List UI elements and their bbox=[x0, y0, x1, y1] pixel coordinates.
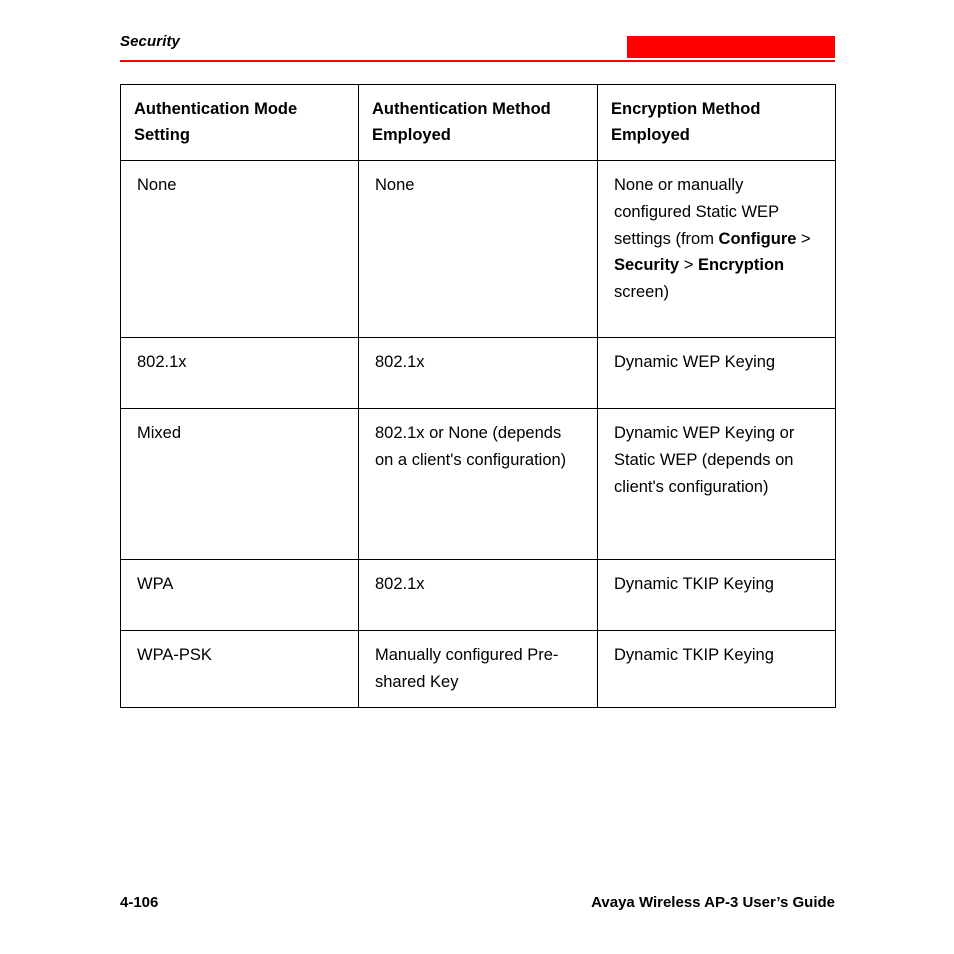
table-row: Mixed 802.1x or None (depends on a clien… bbox=[120, 408, 836, 561]
menu-path-security: Security bbox=[614, 256, 680, 275]
cell-mode-8021x: 802.1x bbox=[120, 337, 359, 410]
menu-path-separator-2: > bbox=[679, 256, 698, 275]
page-running-footer: 4-106 Avaya Wireless AP-3 User’s Guide bbox=[120, 894, 835, 918]
cell-method-none: None bbox=[358, 160, 598, 339]
header-accent-block bbox=[627, 36, 835, 58]
page-header-title: Security bbox=[120, 33, 180, 50]
cell-encryption-8021x: Dynamic WEP Keying bbox=[597, 337, 836, 410]
cell-method-wpa-psk: Manually configured Pre-shared Key bbox=[358, 630, 598, 708]
table-row: WPA-PSK Manually configured Pre-shared K… bbox=[120, 630, 836, 708]
column-header-authentication-mode-setting: Authentication Mode Setting bbox=[120, 83, 359, 162]
table-row: 802.1x 802.1x Dynamic WEP Keying bbox=[120, 337, 836, 410]
footer-page-number: 4-106 bbox=[120, 894, 159, 911]
cell-encryption-mixed: Dynamic WEP Keying or Static WEP (depend… bbox=[597, 408, 836, 561]
column-header-authentication-method-employed: Authentication Method Employed bbox=[358, 83, 598, 162]
cell-method-wpa: 802.1x bbox=[358, 559, 598, 632]
cell-mode-none: None bbox=[120, 160, 359, 339]
cell-mode-wpa: WPA bbox=[120, 559, 359, 632]
menu-path-encryption: Encryption bbox=[697, 256, 785, 275]
cell-mode-mixed: Mixed bbox=[120, 408, 359, 561]
table-header-row: Authentication Mode Setting Authenticati… bbox=[120, 83, 836, 162]
cell-method-8021x: 802.1x bbox=[358, 337, 598, 410]
cell-mode-wpa-psk: WPA-PSK bbox=[120, 630, 359, 708]
menu-path-separator-1: > bbox=[796, 229, 811, 248]
cell-encryption-wpa-psk: Dynamic TKIP Keying bbox=[597, 630, 836, 708]
header-divider-rule bbox=[120, 60, 835, 62]
cell-method-mixed: 802.1x or None (depends on a client's co… bbox=[358, 408, 598, 561]
column-header-encryption-method-employed: Encryption Method Employed bbox=[597, 83, 836, 162]
table-row: None None None or manually configured St… bbox=[120, 160, 836, 339]
page-running-header: Security bbox=[120, 33, 835, 63]
authentication-modes-table: Authentication Mode Setting Authenticati… bbox=[120, 83, 836, 708]
menu-path-configure: Configure bbox=[718, 229, 797, 248]
footer-guide-title: Avaya Wireless AP-3 User’s Guide bbox=[591, 894, 835, 911]
encryption-text-suffix: screen) bbox=[614, 283, 670, 301]
cell-encryption-wpa: Dynamic TKIP Keying bbox=[597, 559, 836, 632]
table-row: WPA 802.1x Dynamic TKIP Keying bbox=[120, 559, 836, 632]
cell-encryption-none: None or manually configured Static WEP s… bbox=[597, 160, 836, 339]
